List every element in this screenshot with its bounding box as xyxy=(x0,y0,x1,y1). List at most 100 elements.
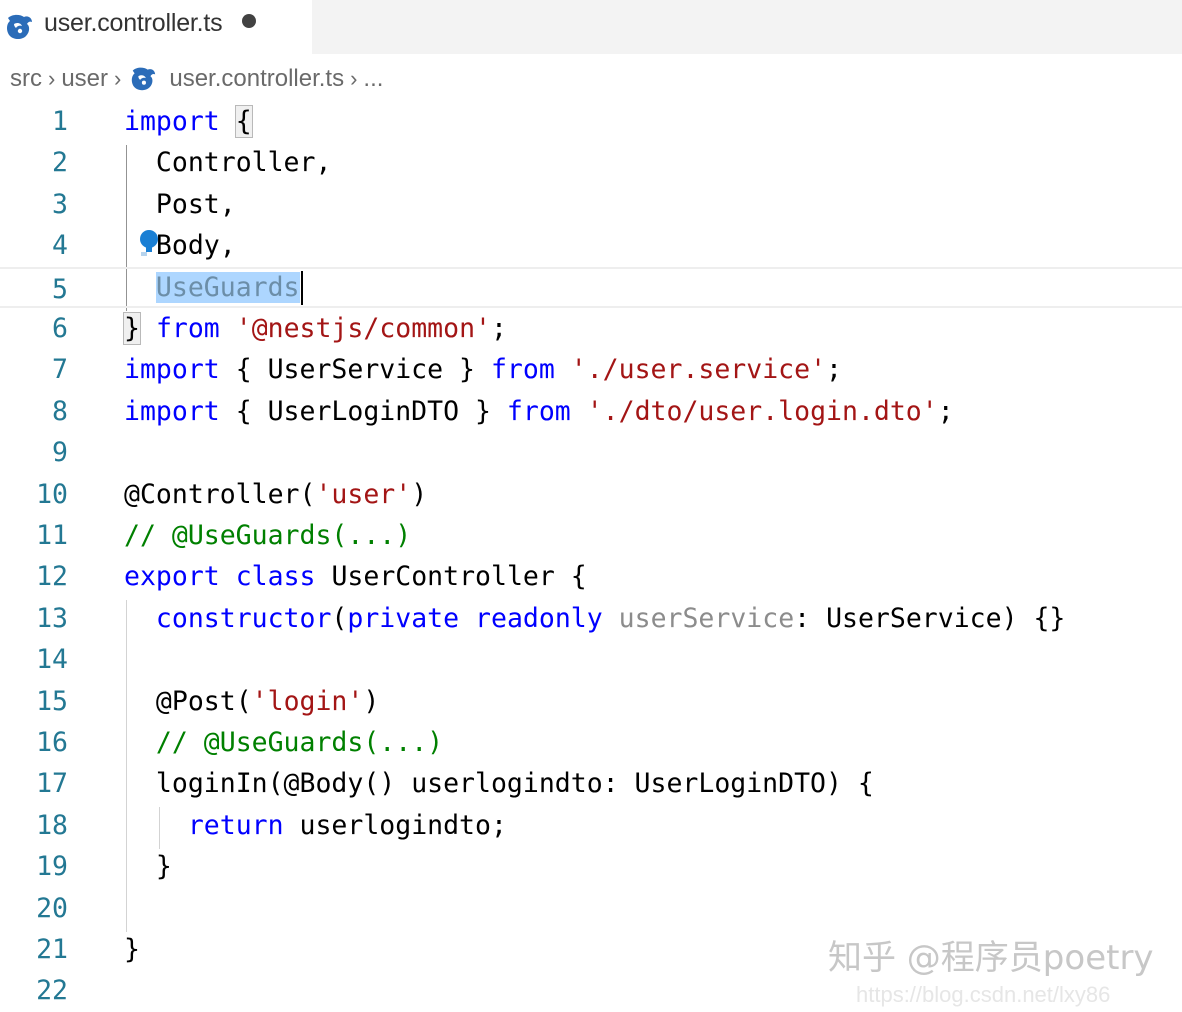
string-literal: 'login' xyxy=(251,685,364,717)
keyword: constructor xyxy=(155,602,332,634)
keyword: from xyxy=(506,395,571,427)
string-literal: './user.service' xyxy=(570,354,827,386)
code-line: 18 return userlogindto; xyxy=(0,805,1182,846)
code-line: 7 import { UserService } from './user.se… xyxy=(0,349,1182,390)
line-number: 3 xyxy=(52,188,68,220)
code-line: 13 constructor(private readonly userServ… xyxy=(0,598,1182,639)
code-text: ; xyxy=(937,395,954,427)
keyword: readonly xyxy=(475,602,603,634)
line-number: 13 xyxy=(36,602,68,634)
keyword: import xyxy=(124,354,220,386)
comment: // @UseGuards(...) xyxy=(155,727,444,758)
keyword: from xyxy=(155,313,220,344)
keyword: from xyxy=(490,354,555,386)
selected-text: UseGuards xyxy=(155,271,300,303)
lightbulb-icon[interactable] xyxy=(137,228,163,258)
line-number: 22 xyxy=(36,975,68,1007)
code-text: Controller, xyxy=(155,147,332,179)
line-number: 2 xyxy=(52,147,68,179)
code-text: } xyxy=(124,934,140,965)
code-text: loginIn(@Body() userlogindto: UserLoginD… xyxy=(155,768,874,800)
code-line: 14 xyxy=(0,639,1182,680)
tab-bar: user.controller.ts xyxy=(0,0,1182,54)
line-number: 17 xyxy=(36,768,68,800)
bracket-match: { xyxy=(234,105,253,138)
text-cursor xyxy=(300,271,303,306)
line-number: 18 xyxy=(36,809,68,841)
chevron-right-icon: › xyxy=(48,66,56,91)
code-text: ( xyxy=(331,602,348,634)
keyword: return xyxy=(187,809,284,841)
bracket-match: } xyxy=(123,312,141,345)
code-line: 2 Controller, xyxy=(0,142,1182,183)
code-text: ) xyxy=(411,478,428,510)
watermark-text: 知乎 @程序员poetry xyxy=(828,938,1154,978)
code-text: @Post( xyxy=(155,685,252,717)
breadcrumb-symbols[interactable]: ... xyxy=(363,65,383,93)
code-text: userlogindto; xyxy=(283,809,507,841)
line-number: 6 xyxy=(52,313,68,344)
code-line: 15 @Post('login') xyxy=(0,681,1182,722)
code-text: Body, xyxy=(155,230,236,262)
string-literal: './dto/user.login.dto' xyxy=(586,395,938,427)
code-line: 19 } xyxy=(0,846,1182,887)
code-line: 3 Post, xyxy=(0,184,1182,225)
line-number: 12 xyxy=(36,561,68,593)
code-line: 17 loginIn(@Body() userlogindto: UserLog… xyxy=(0,763,1182,804)
line-number: 19 xyxy=(36,851,68,883)
chevron-right-icon: › xyxy=(114,66,122,91)
keyword: import xyxy=(124,106,220,137)
code-line-current: 5 UseGuards xyxy=(0,266,1182,308)
code-line: 12 export class UserController { xyxy=(0,556,1182,597)
code-text: : UserService) {} xyxy=(794,602,1066,634)
code-line: 20 xyxy=(0,888,1182,929)
breadcrumb-file[interactable]: user.controller.ts xyxy=(169,65,344,93)
line-number: 21 xyxy=(36,934,68,965)
code-text: { UserLoginDTO } xyxy=(219,395,507,427)
breadcrumb-src[interactable]: src xyxy=(10,65,42,93)
code-text: ) xyxy=(363,685,380,717)
tab-user-controller[interactable]: user.controller.ts xyxy=(0,0,312,54)
code-line: 16 // @UseGuards(...) xyxy=(0,722,1182,763)
line-number: 7 xyxy=(52,354,68,386)
unsaved-dot-icon[interactable] xyxy=(242,14,257,28)
line-number: 4 xyxy=(52,230,68,262)
line-number: 5 xyxy=(52,273,68,305)
breadcrumb-user[interactable]: user xyxy=(61,65,108,93)
code-line: 4 Body, xyxy=(0,225,1182,266)
tab-label: user.controller.ts xyxy=(44,8,223,37)
code-text: UserController { xyxy=(331,561,587,593)
code-text: @Controller( xyxy=(124,478,316,510)
breadcrumb: src › user › user.controller.ts › ... xyxy=(0,56,1182,102)
watermark-url: https://blog.csdn.net/lxy86 xyxy=(856,982,1111,1007)
code-text: { UserService } xyxy=(219,354,491,386)
code-text: Post, xyxy=(155,188,236,220)
keyword: class xyxy=(235,561,316,593)
line-number: 16 xyxy=(36,727,68,758)
keyword: private xyxy=(347,602,460,634)
code-line: 6 } from '@nestjs/common'; xyxy=(0,308,1182,349)
line-number: 8 xyxy=(52,395,68,427)
code-text: ; xyxy=(491,313,507,344)
keyword: import xyxy=(124,395,220,427)
code-editor[interactable]: 1 import { 2 Controller, 3 Post, 4 Body,… xyxy=(0,101,1182,1006)
line-number: 11 xyxy=(36,520,68,551)
line-number: 9 xyxy=(52,437,68,469)
code-line: 9 xyxy=(0,432,1182,473)
comment: // @UseGuards(...) xyxy=(124,520,412,551)
code-line: 10 @Controller('user') xyxy=(0,474,1182,515)
code-line: 11 // @UseGuards(...) xyxy=(0,515,1182,556)
nestjs-icon xyxy=(7,14,32,39)
chevron-right-icon: › xyxy=(350,66,358,91)
code-line: 1 import { xyxy=(0,101,1182,142)
unused-identifier: userService xyxy=(618,602,795,634)
code-text: } xyxy=(155,851,172,883)
keyword: export xyxy=(124,561,220,593)
line-number: 20 xyxy=(36,892,68,924)
line-number: 1 xyxy=(52,106,68,137)
line-number: 15 xyxy=(36,685,68,717)
nestjs-icon xyxy=(132,67,156,91)
string-literal: 'user' xyxy=(315,478,412,510)
code-text: ; xyxy=(826,354,843,386)
code-line: 8 import { UserLoginDTO } from './dto/us… xyxy=(0,391,1182,432)
